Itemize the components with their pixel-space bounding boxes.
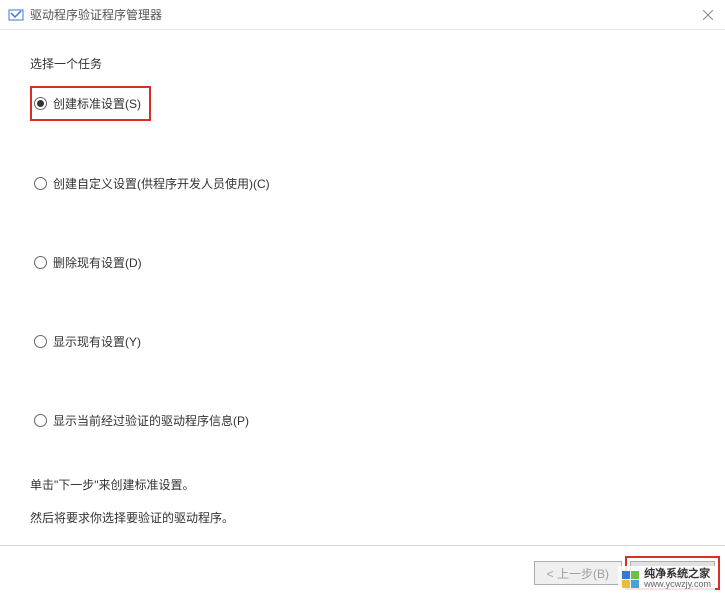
instruction-text: 然后将要求你选择要验证的驱动程序。 (30, 509, 695, 528)
watermark: 纯净系统之家 www.ycwzjy.com (618, 566, 715, 592)
button-bar: < 上一步(B) 下一页 (0, 545, 725, 600)
radio-display-existing[interactable]: 显示现有设置(Y) (34, 333, 695, 350)
app-icon (8, 7, 24, 23)
logo-square (622, 571, 630, 579)
radio-delete-existing[interactable]: 删除现有设置(D) (34, 254, 695, 271)
logo-square (622, 580, 630, 588)
radio-indicator (34, 256, 47, 269)
radio-indicator (34, 335, 47, 348)
titlebar: 驱动程序验证程序管理器 (0, 0, 725, 30)
radio-label: 创建自定义设置(供程序开发人员使用)(C) (53, 175, 270, 192)
logo-square (631, 580, 639, 588)
close-icon[interactable] (699, 6, 717, 24)
watermark-text: 纯净系统之家 www.ycwzjy.com (644, 568, 711, 590)
content-area: 选择一个任务 创建标准设置(S) 创建自定义设置(供程序开发人员使用)(C) 删… (0, 30, 725, 528)
radio-label: 删除现有设置(D) (53, 254, 142, 271)
radio-indicator (34, 97, 47, 110)
instructions: 单击"下一步"来创建标准设置。 然后将要求你选择要验证的驱动程序。 (30, 476, 695, 528)
instruction-text: 单击"下一步"来创建标准设置。 (30, 476, 695, 495)
radio-label: 显示现有设置(Y) (53, 333, 141, 350)
radio-indicator (34, 414, 47, 427)
radio-create-standard[interactable]: 创建标准设置(S) (30, 86, 151, 121)
watermark-logo-icon (622, 571, 639, 588)
back-button: < 上一步(B) (534, 561, 622, 585)
section-label: 选择一个任务 (30, 55, 695, 72)
radio-indicator (34, 177, 47, 190)
radio-label: 显示当前经过验证的驱动程序信息(P) (53, 412, 249, 429)
logo-square (631, 571, 639, 579)
task-radio-group: 创建标准设置(S) 创建自定义设置(供程序开发人员使用)(C) 删除现有设置(D… (30, 86, 695, 429)
radio-create-custom[interactable]: 创建自定义设置(供程序开发人员使用)(C) (34, 175, 695, 192)
radio-display-verified[interactable]: 显示当前经过验证的驱动程序信息(P) (34, 412, 695, 429)
radio-label: 创建标准设置(S) (53, 95, 141, 112)
window-title: 驱动程序验证程序管理器 (30, 6, 162, 23)
watermark-url: www.ycwzjy.com (644, 580, 711, 590)
